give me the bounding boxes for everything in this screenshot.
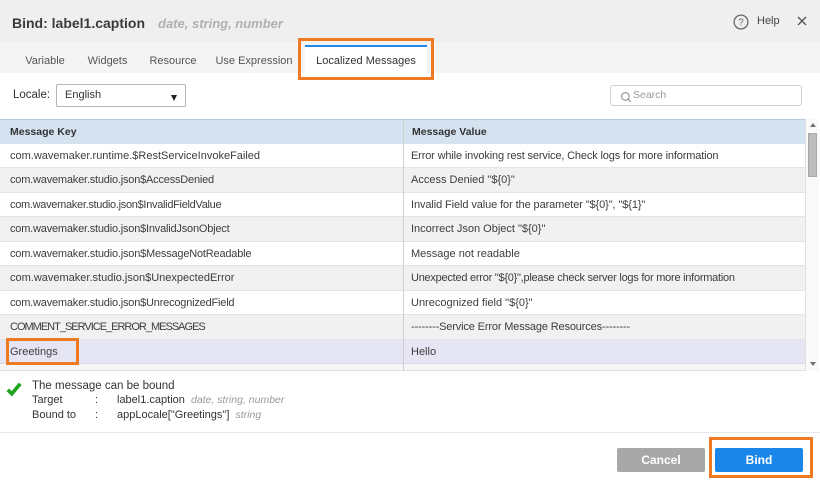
svg-text:?: ?: [739, 18, 745, 29]
